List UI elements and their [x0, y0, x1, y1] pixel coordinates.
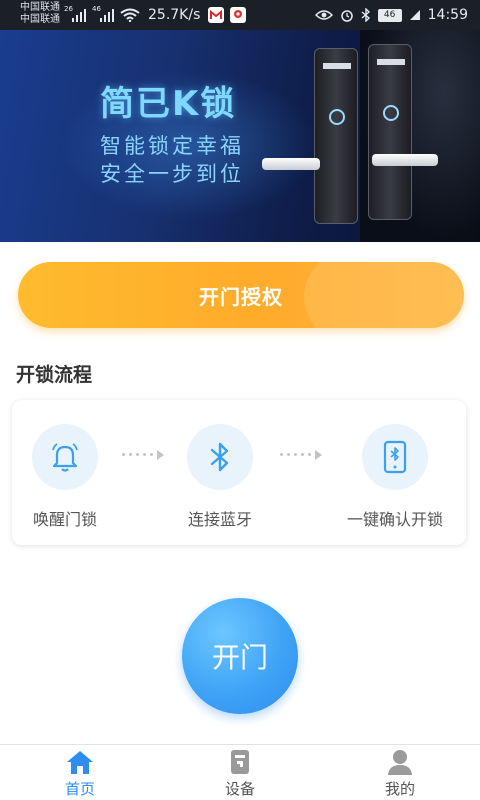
user-icon [385, 749, 415, 775]
tab-device-label: 设备 [224, 780, 255, 798]
bell-icon [32, 424, 98, 490]
lock-handle-left [262, 158, 320, 170]
signal-icon-2 [100, 9, 114, 22]
alarm-icon [340, 10, 353, 22]
tab-home-label: 首页 [64, 780, 95, 798]
tab-mine-label: 我的 [384, 780, 415, 798]
carrier-info: 中国联通 中国联通 [20, 2, 60, 26]
home-icon [65, 749, 95, 775]
banner-slogan-2: 安全一步到位 [100, 162, 244, 186]
unlock-flow-title: 开锁流程 [16, 364, 93, 386]
bottom-tab-bar: 首页 设备 我的 [0, 744, 480, 800]
flow-step-label: 连接蓝牙 [187, 510, 252, 529]
signal-icon [72, 9, 86, 22]
button-sheen [304, 262, 464, 328]
open-authorization-button[interactable]: 开门授权 [18, 262, 464, 328]
lock-handle-right [372, 154, 438, 166]
open-door-label: 开门 [211, 641, 268, 674]
flow-step-confirm: 一键确认开锁 [330, 424, 460, 530]
map-app-icon [230, 7, 246, 23]
bluetooth-status-icon [361, 8, 370, 22]
tab-mine[interactable]: 我的 [360, 749, 440, 799]
status-bar: 中国联通 中国联通 26 46 25.7K/s 46 14:59 [0, 0, 480, 30]
flow-step-wake: 唤醒门锁 [0, 424, 130, 530]
tab-home[interactable]: 首页 [40, 749, 120, 799]
tab-device[interactable]: 设备 [200, 749, 280, 799]
bluetooth-icon [187, 424, 253, 490]
unlock-flow-card: 唤醒门锁 连接蓝牙 一键确认开锁 [12, 400, 466, 545]
clock: 14:59 [427, 7, 468, 23]
notification-app-icon [208, 7, 224, 23]
flow-arrow-2 [280, 450, 322, 460]
phone-bluetooth-icon [362, 424, 428, 490]
smart-lock-image-right [368, 44, 412, 220]
network-speed: 25.7K/s [148, 7, 201, 23]
app-screen: 中国联通 中国联通 26 46 25.7K/s 46 14:59 简已K锁 智能… [0, 0, 480, 800]
no-sim-icon [409, 10, 420, 20]
open-authorization-label: 开门授权 [199, 284, 283, 309]
battery-icon: 46 [377, 8, 402, 22]
carrier-2: 中国联通 [20, 14, 60, 25]
wifi-icon [120, 8, 140, 22]
eye-icon [314, 10, 333, 20]
status-right: 46 14:59 [314, 7, 468, 23]
promo-banner[interactable]: 简已K锁 智能锁定幸福 安全一步到位 [0, 30, 480, 242]
carrier-1: 中国联通 [20, 2, 60, 13]
banner-title: 简已K锁 [100, 84, 237, 124]
device-icon [225, 749, 255, 775]
flow-step-bluetooth: 连接蓝牙 [155, 424, 285, 530]
banner-slogan-1: 智能锁定幸福 [100, 134, 244, 158]
flow-step-label: 唤醒门锁 [32, 510, 97, 529]
flow-step-label: 一键确认开锁 [346, 510, 443, 529]
smart-lock-image-left [314, 48, 358, 224]
open-door-button[interactable]: 开门 [182, 598, 298, 714]
